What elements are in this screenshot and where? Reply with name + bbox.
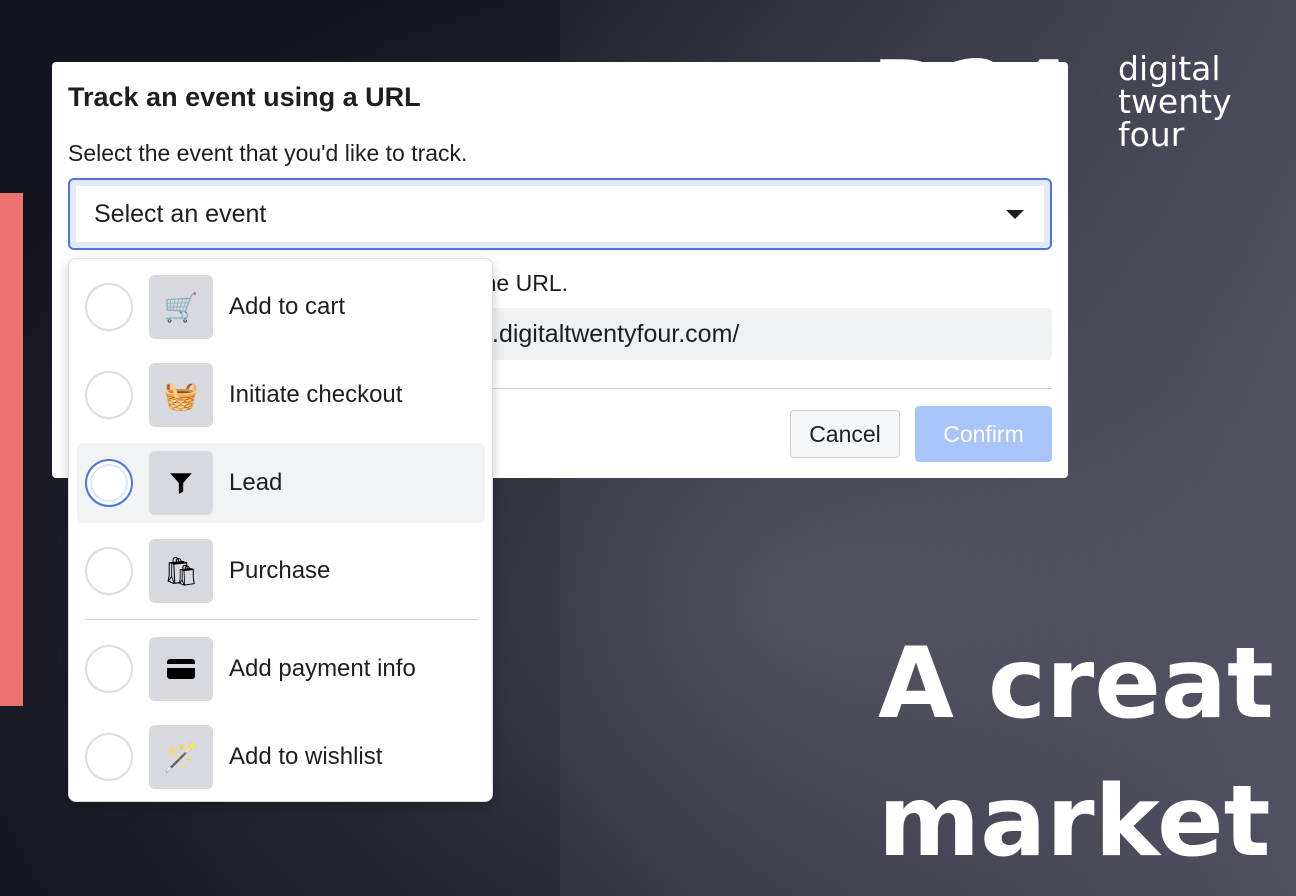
divider xyxy=(85,619,478,620)
option-label: Add payment info xyxy=(229,655,416,682)
option-label: Add to wishlist xyxy=(229,743,383,770)
event-select-placeholder: Select an event xyxy=(94,200,267,228)
cancel-button[interactable]: Cancel xyxy=(790,410,900,458)
logo-line: digital xyxy=(1118,49,1221,88)
radio[interactable] xyxy=(85,371,133,419)
basket-icon: 🧺 xyxy=(149,363,213,427)
radio[interactable] xyxy=(85,733,133,781)
hero-heading: A creat market xyxy=(878,615,1274,891)
hero-line: A creat xyxy=(878,627,1274,741)
option-initiate-checkout[interactable]: 🧺 Initiate checkout xyxy=(77,355,485,435)
event-dropdown: 🛒 Add to cart 🧺 Initiate checkout Lead 🛍… xyxy=(68,258,493,802)
confirm-button[interactable]: Confirm xyxy=(915,406,1052,462)
option-label: Purchase xyxy=(229,557,331,584)
url-value: .digitaltwentyfour.com/ xyxy=(492,320,740,348)
option-add-to-cart[interactable]: 🛒 Add to cart xyxy=(77,267,485,347)
hero-line: market xyxy=(878,765,1271,879)
option-label: Initiate checkout xyxy=(229,381,403,408)
radio[interactable] xyxy=(85,283,133,331)
logo-line: twenty xyxy=(1118,82,1232,121)
option-add-to-wishlist[interactable]: 🪄 Add to wishlist xyxy=(77,717,485,797)
option-add-payment-info[interactable]: Add payment info xyxy=(77,629,485,709)
event-select[interactable]: Select an event xyxy=(68,178,1052,250)
option-lead[interactable]: Lead xyxy=(77,443,485,523)
radio[interactable] xyxy=(85,547,133,595)
option-purchase[interactable]: 🛍 Purchase xyxy=(77,531,485,611)
logo-text: digital twenty four xyxy=(1118,52,1232,151)
credit-card-icon xyxy=(149,637,213,701)
option-label: Lead xyxy=(229,469,283,496)
dialog-title: Track an event using a URL xyxy=(68,82,421,112)
funnel-icon xyxy=(149,451,213,515)
shopping-cart-icon: 🛒 xyxy=(149,275,213,339)
accent-bar xyxy=(0,193,23,706)
option-label: Add to cart xyxy=(229,293,346,320)
logo-line: four xyxy=(1118,115,1185,154)
dialog-subtitle: Select the event that you'd like to trac… xyxy=(68,140,468,166)
radio[interactable] xyxy=(85,459,133,507)
magic-wand-icon: 🪄 xyxy=(149,725,213,789)
caret-down-icon xyxy=(1006,210,1024,219)
shopping-bag-icon: 🛍 xyxy=(149,539,213,603)
radio[interactable] xyxy=(85,645,133,693)
